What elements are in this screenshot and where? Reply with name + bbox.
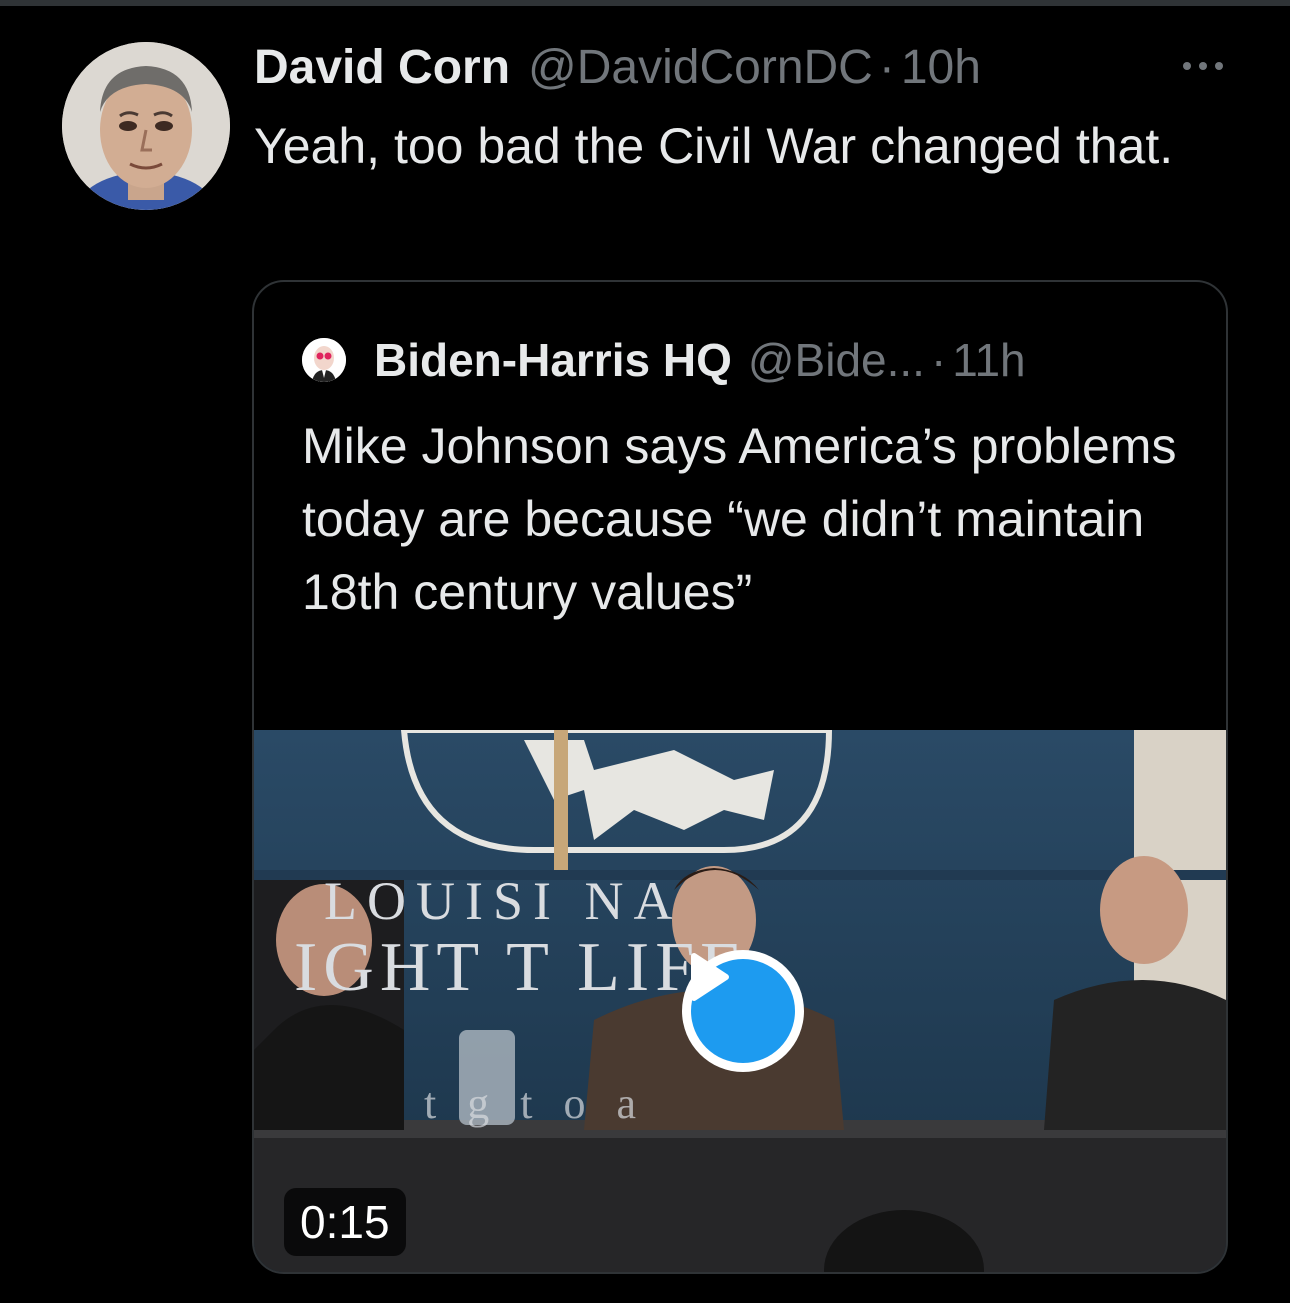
tweet-text: Yeah, too bad the Civil War changed that… [254,118,1174,174]
author-avatar[interactable] [62,42,230,210]
video-sign-line1: LOUISI NA [324,871,683,931]
quoted-timestamp[interactable]: 11h [952,333,1025,387]
video-sign-line2: IGHT T LIFE [294,929,749,1006]
top-divider [0,0,1290,6]
video-duration-badge: 0:15 [284,1188,406,1256]
more-horizontal-icon[interactable] [1180,56,1226,76]
quoted-separator-dot: · [930,334,947,386]
separator-dot: · [878,40,895,94]
tweet-header: David Corn @DavidCornDC · 10h [254,36,981,98]
timestamp[interactable]: 10h [901,40,981,95]
author-handle[interactable]: @DavidCornDC [528,40,873,95]
author-name[interactable]: David Corn [254,40,510,95]
play-icon [691,953,795,1063]
quoted-tweet-card[interactable]: Biden-Harris HQ @Bide... · 11h Mike John… [252,280,1228,1274]
play-button[interactable] [682,950,804,1072]
quoted-author-avatar[interactable] [302,338,346,382]
quoted-tweet-text: Mike Johnson says America’s problems tod… [302,418,1177,620]
quoted-tweet-header: Biden-Harris HQ @Bide... · 11h [374,330,1026,390]
video-sign-line3: t g t o a [424,1079,646,1128]
quoted-author-handle[interactable]: @Bide... [748,333,925,387]
quoted-author-name[interactable]: Biden-Harris HQ [374,333,732,387]
video-player[interactable]: LOUISI NA IGHT T LIFE t g t o a 0:15 [254,730,1226,1272]
